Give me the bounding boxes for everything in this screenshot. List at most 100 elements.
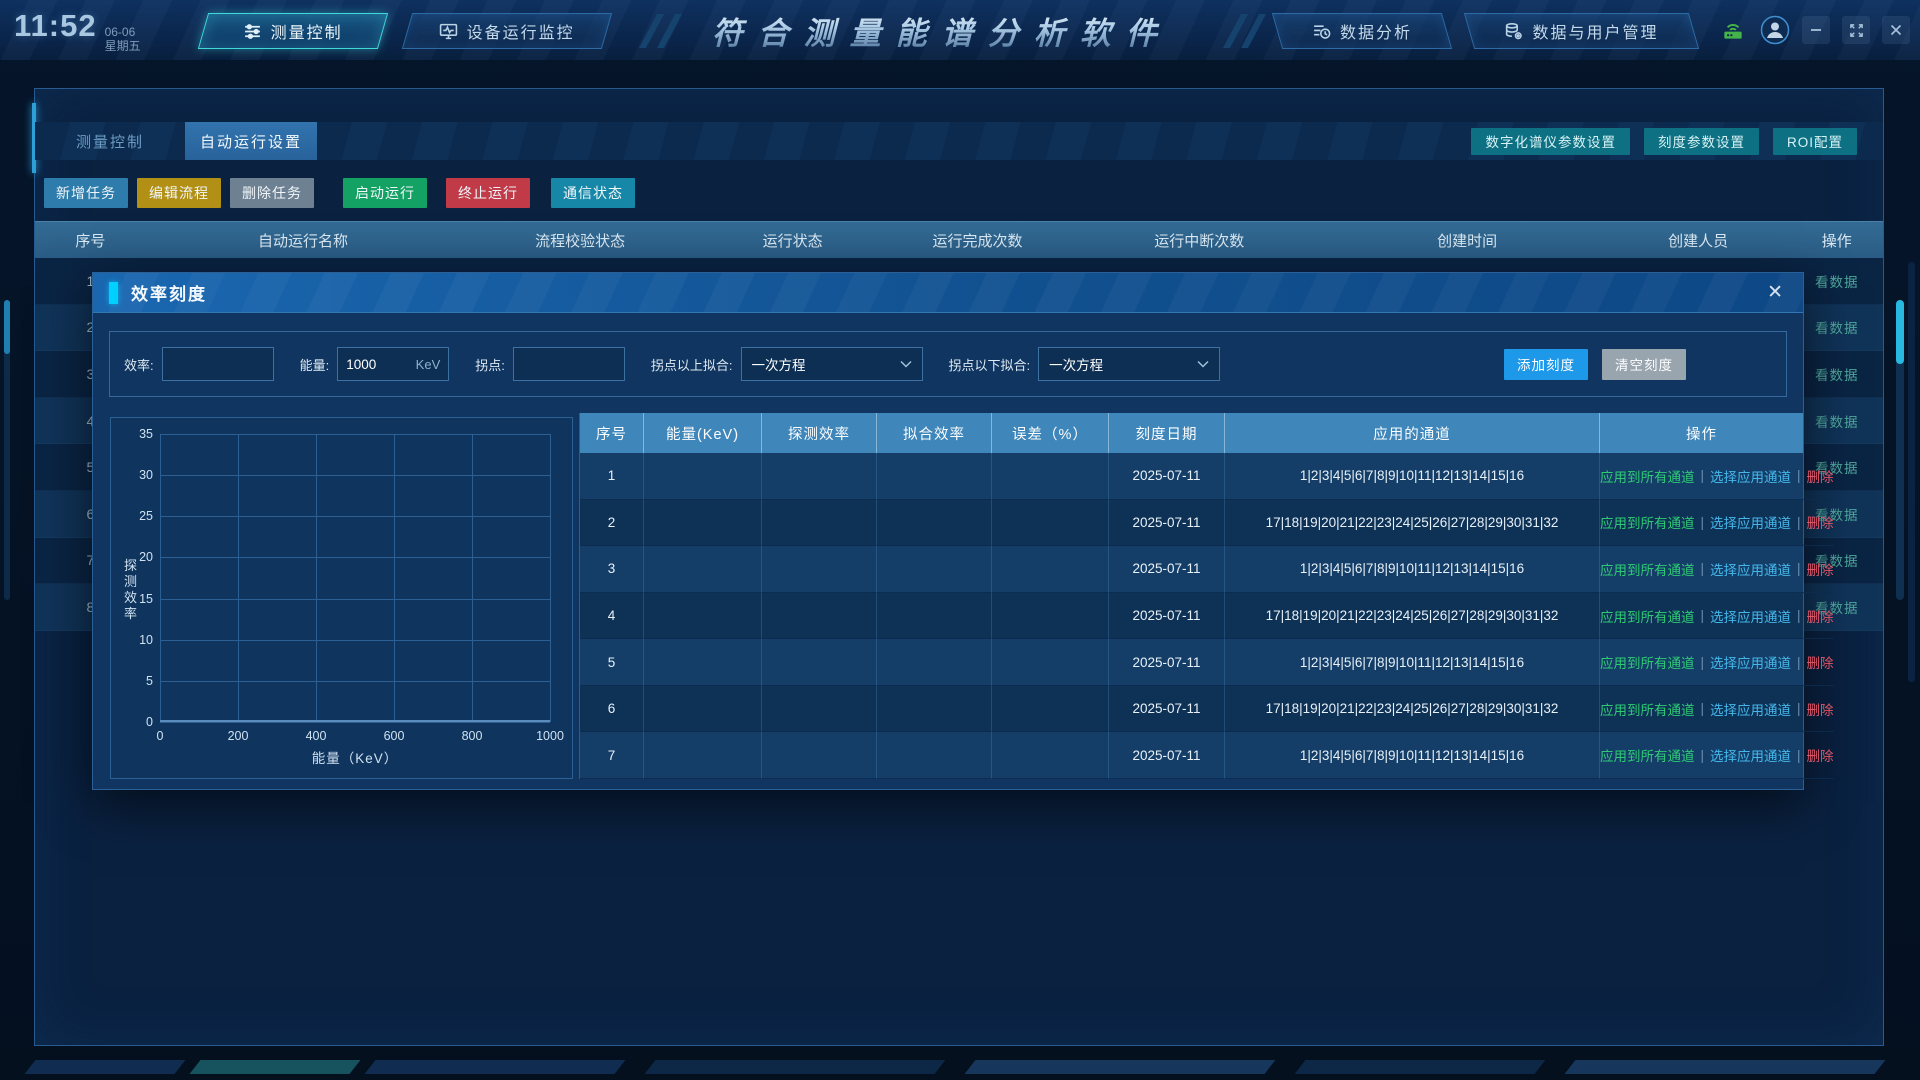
date-cell: 2025-07-11 [1109, 453, 1225, 500]
apply-all-channels-link[interactable]: 应用到所有通道 [1600, 512, 1695, 532]
view-data-link[interactable]: 看数据 [1815, 415, 1859, 430]
delete-link[interactable]: 删除 [1807, 606, 1834, 626]
delete-link[interactable]: 删除 [1807, 466, 1834, 486]
database-gear-icon [1504, 22, 1523, 41]
toolbar-button[interactable]: 通信状态 [551, 178, 635, 208]
fit-eff-cell [877, 686, 992, 733]
toolbar-button[interactable]: 终止运行 [446, 178, 530, 208]
action-separator: | [1701, 515, 1705, 530]
task-table-header: 序号 自动运行名称 流程校验状态 运行状态 运行完成次数 运行中断次数 创建时间… [35, 221, 1883, 258]
channels-cell: 17|18|19|20|21|22|23|24|25|26|27|28|29|3… [1225, 500, 1600, 547]
apply-all-channels-link[interactable]: 应用到所有通道 [1600, 745, 1695, 765]
action-separator: | [1797, 608, 1801, 623]
action-separator: | [1797, 468, 1801, 483]
delete-link[interactable]: 删除 [1807, 699, 1834, 719]
energy-cell [644, 732, 762, 779]
close-window-button[interactable] [1882, 16, 1910, 44]
tab-auto-run-settings[interactable]: 自动运行设置 [185, 122, 317, 160]
knee-label: 拐点: [475, 355, 505, 374]
roi-config-button[interactable]: ROI配置 [1773, 128, 1857, 155]
energy-input[interactable] [346, 357, 411, 372]
delete-link[interactable]: 删除 [1807, 745, 1834, 765]
view-data-link[interactable]: 看数据 [1815, 368, 1859, 383]
calibration-form: 效率: 能量: KeV 拐点: 拐点以上拟合: 一次方程 拐点以下拟合: 一次方… [109, 331, 1787, 397]
row-index: 2 [580, 500, 644, 547]
chart-y-axis-label: 探测效率 [120, 558, 139, 622]
app-window: { "topbar": { "time": "11:52", "date": "… [0, 0, 1920, 1080]
apply-all-channels-link[interactable]: 应用到所有通道 [1600, 699, 1695, 719]
calibration-table: 序号 能量(KeV) 探测效率 拟合效率 误差（%） 刻度日期 应用的通道 操作… [579, 413, 1804, 779]
fit-below-select[interactable]: 一次方程 [1038, 347, 1220, 381]
maximize-button[interactable] [1842, 16, 1870, 44]
row-action: 看数据 [1791, 271, 1883, 291]
select-apply-channels-link[interactable]: 选择应用通道 [1710, 745, 1791, 765]
date-cell: 2025-07-11 [1109, 593, 1225, 640]
accent-bar [109, 282, 118, 304]
apply-all-channels-link[interactable]: 应用到所有通道 [1600, 606, 1695, 626]
digitizer-params-button[interactable]: 数字化谱仪参数设置 [1471, 128, 1630, 155]
calibration-row: 32025-07-111|2|3|4|5|6|7|8|9|10|11|12|13… [580, 546, 1803, 593]
select-apply-channels-link[interactable]: 选择应用通道 [1710, 652, 1791, 672]
action-separator: | [1797, 701, 1801, 716]
tab-measure-control[interactable]: 测量控制 [35, 122, 185, 160]
delete-link[interactable]: 删除 [1807, 512, 1834, 532]
nav-label: 数据分析 [1340, 19, 1412, 43]
toolbar-button[interactable]: 删除任务 [230, 178, 314, 208]
row-index: 4 [580, 593, 644, 640]
modal-close-icon[interactable]: ✕ [1767, 281, 1783, 304]
fit-below-value: 一次方程 [1049, 354, 1103, 374]
gridline [238, 434, 239, 722]
action-separator: | [1797, 515, 1801, 530]
energy-field-wrap: KeV [337, 347, 449, 381]
apply-all-channels-link[interactable]: 应用到所有通道 [1600, 559, 1695, 579]
select-apply-channels-link[interactable]: 选择应用通道 [1710, 606, 1791, 626]
select-apply-channels-link[interactable]: 选择应用通道 [1710, 466, 1791, 486]
nav-data-analysis[interactable]: 数据分析 [1277, 13, 1447, 49]
row-index: 6 [580, 686, 644, 733]
delete-link[interactable]: 删除 [1807, 559, 1834, 579]
left-frame-decor [4, 300, 10, 600]
fit-above-select[interactable]: 一次方程 [741, 347, 923, 381]
view-data-link[interactable]: 看数据 [1815, 275, 1859, 290]
toolbar-button[interactable]: 启动运行 [343, 178, 427, 208]
view-data-link[interactable]: 看数据 [1815, 321, 1859, 336]
detect-eff-cell [762, 686, 877, 733]
knee-input[interactable] [522, 357, 616, 372]
config-buttons: 数字化谱仪参数设置 刻度参数设置 ROI配置 [1471, 128, 1857, 155]
energy-cell [644, 500, 762, 547]
minimize-button[interactable] [1802, 16, 1830, 44]
gridline [160, 557, 550, 558]
apply-all-channels-link[interactable]: 应用到所有通道 [1600, 466, 1695, 486]
row-actions: 应用到所有通道|选择应用通道|删除 [1600, 686, 1834, 733]
nav-data-user-management[interactable]: 数据与用户管理 [1469, 13, 1694, 49]
toolbar-button[interactable]: 新增任务 [44, 178, 128, 208]
date-cell: 2025-07-11 [1109, 686, 1225, 733]
router-online-icon[interactable] [1718, 15, 1748, 45]
select-apply-channels-link[interactable]: 选择应用通道 [1710, 699, 1791, 719]
select-apply-channels-link[interactable]: 选择应用通道 [1710, 559, 1791, 579]
date-cell: 2025-07-11 [1109, 732, 1225, 779]
col-header: 能量(KeV) [644, 413, 762, 453]
error-cell [992, 500, 1109, 547]
toolbar-button[interactable]: 编辑流程 [137, 178, 221, 208]
nav-device-monitor[interactable]: 设备运行监控 [407, 13, 607, 49]
clear-calibration-button[interactable]: 清空刻度 [1602, 349, 1686, 380]
sliders-icon [243, 22, 262, 41]
row-action: 看数据 [1791, 411, 1883, 431]
user-avatar-icon[interactable] [1760, 15, 1790, 45]
select-apply-channels-link[interactable]: 选择应用通道 [1710, 512, 1791, 532]
calibration-params-button[interactable]: 刻度参数设置 [1644, 128, 1759, 155]
date-display: 06-06 [105, 25, 141, 39]
efficiency-input[interactable] [171, 357, 265, 372]
row-actions: 应用到所有通道|选择应用通道|删除 [1600, 453, 1834, 500]
add-calibration-button[interactable]: 添加刻度 [1504, 349, 1588, 380]
apply-all-channels-link[interactable]: 应用到所有通道 [1600, 652, 1695, 672]
col-header: 拟合效率 [877, 413, 992, 453]
nav-measure-control[interactable]: 测量控制 [203, 13, 383, 49]
knee-field-wrap [513, 347, 625, 381]
y-tick-label: 35 [139, 427, 160, 441]
delete-link[interactable]: 删除 [1807, 652, 1834, 672]
energy-cell [644, 453, 762, 500]
detect-eff-cell [762, 546, 877, 593]
fit-eff-cell [877, 639, 992, 686]
